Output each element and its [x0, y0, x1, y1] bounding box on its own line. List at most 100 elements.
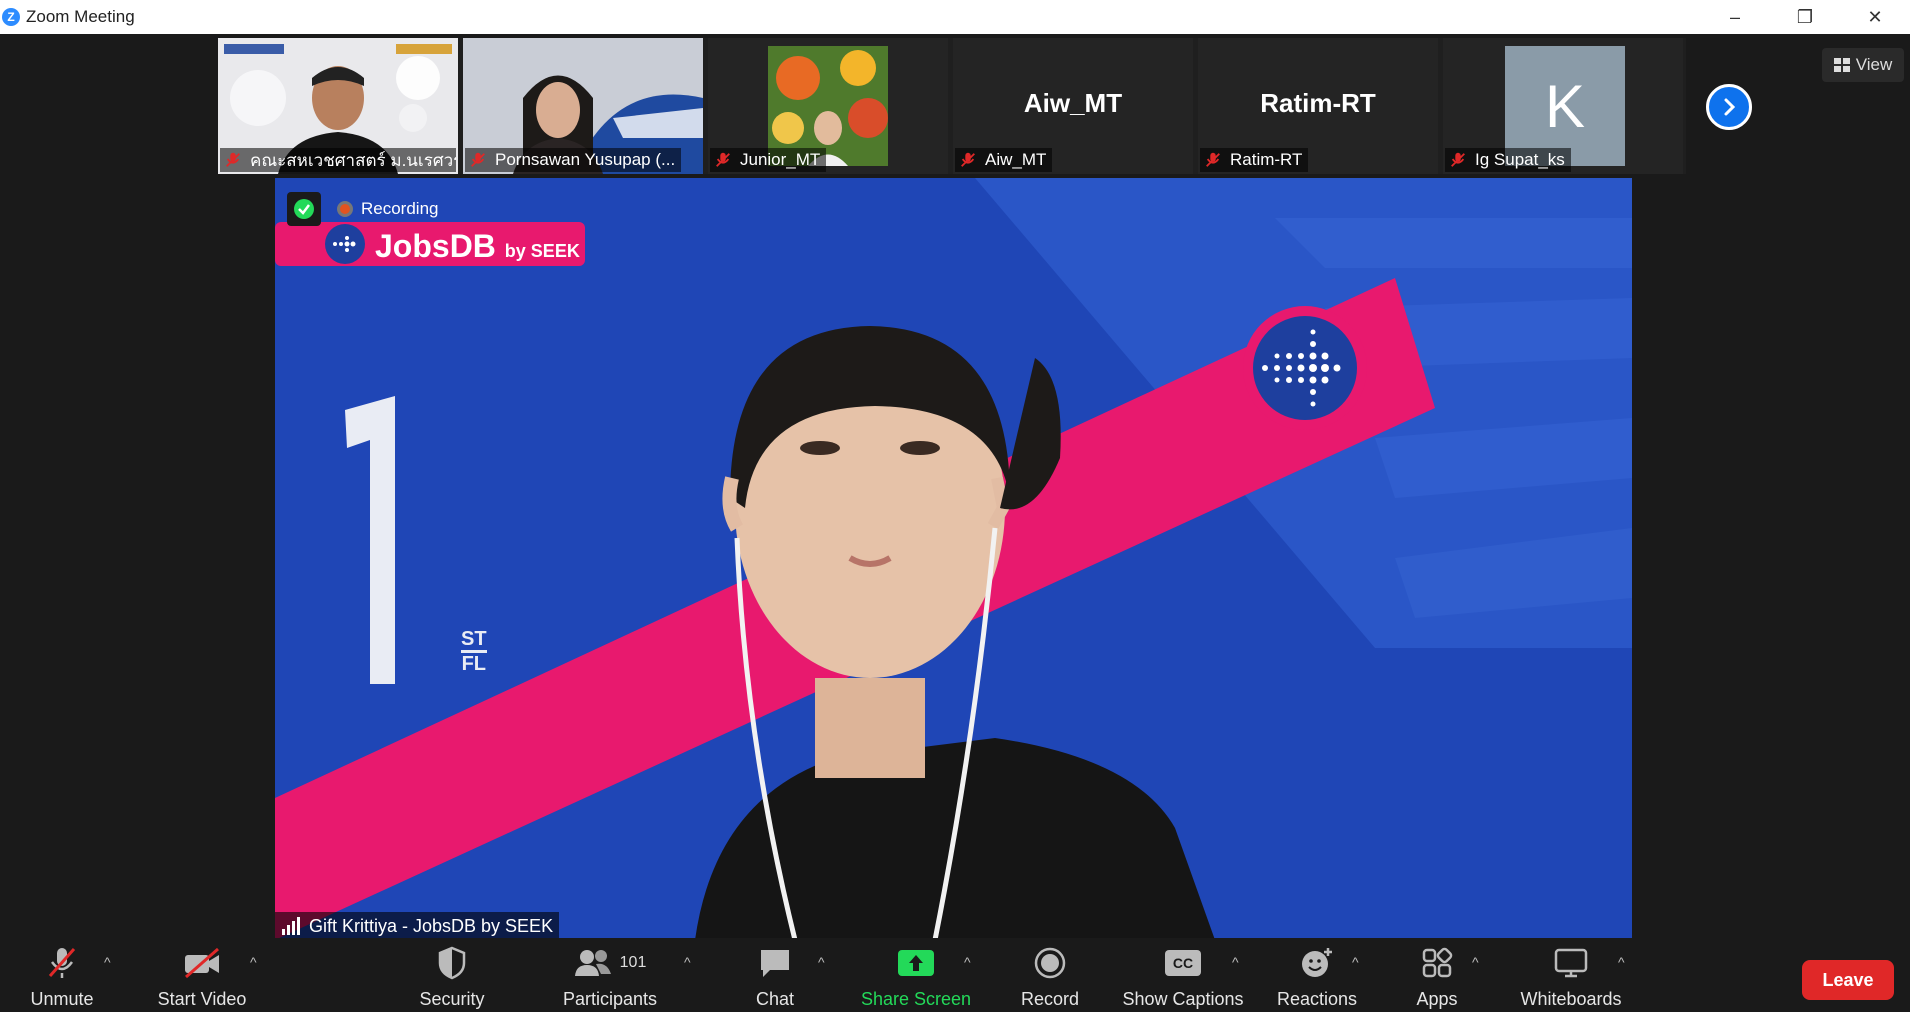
apps-button[interactable]: Apps: [1400, 938, 1474, 1012]
share-options-caret[interactable]: ^: [964, 954, 971, 970]
video-options-caret[interactable]: ^: [250, 954, 257, 970]
view-label: View: [1855, 55, 1893, 74]
security-button[interactable]: Security: [412, 938, 492, 1012]
close-button[interactable]: ✕: [1840, 0, 1910, 34]
participant-tile[interactable]: คณะสหเวชศาสตร์ ม.นเรศวร: [218, 38, 458, 174]
window-title: Zoom Meeting: [26, 7, 135, 26]
reactions-button[interactable]: Reactions: [1274, 938, 1360, 1012]
recording-dot-icon: [337, 201, 353, 217]
participant-tile[interactable]: Aiw_MT Aiw_MT: [953, 38, 1193, 174]
share-screen-label: Share Screen: [860, 989, 972, 1009]
participant-name: Ig Supat_ks: [1475, 150, 1565, 169]
participant-tile[interactable]: Ratim-RT Ratim-RT: [1198, 38, 1438, 174]
show-captions-button[interactable]: CC Show Captions: [1118, 938, 1248, 1012]
muted-mic-icon: [471, 152, 485, 167]
recording-bar: Recording: [287, 192, 439, 226]
share-screen-button[interactable]: Share Screen: [858, 938, 974, 1012]
share-screen-icon: [898, 950, 934, 976]
unmute-label: Unmute: [30, 989, 94, 1009]
floor-sub: FL: [461, 650, 487, 675]
participants-button[interactable]: 101 Participants: [558, 938, 662, 1012]
floor-sign: ST FL: [461, 628, 487, 675]
apps-options-caret[interactable]: ^: [1472, 954, 1479, 970]
participant-name: Junior_MT: [740, 150, 821, 169]
restore-button[interactable]: ❐: [1770, 0, 1840, 34]
participant-tile[interactable]: Pornsawan Yusupap (...: [463, 38, 703, 174]
chat-button[interactable]: Chat: [735, 938, 815, 1012]
participant-tile[interactable]: Junior_MT: [708, 38, 948, 174]
chat-options-caret[interactable]: ^: [818, 954, 825, 970]
show-captions-label: Show Captions: [1122, 989, 1244, 1009]
video-off-icon: [185, 947, 219, 979]
participant-name: Pornsawan Yusupap (...: [495, 150, 676, 169]
floor-sup: ST: [461, 628, 487, 650]
recording-label: Recording: [361, 199, 439, 218]
participant-name-bar: Junior_MT: [710, 148, 827, 172]
zoom-logo-icon: Z: [2, 8, 20, 26]
whiteboards-options-caret[interactable]: ^: [1618, 954, 1625, 970]
participant-name: Aiw_MT: [985, 150, 1047, 169]
participant-tile[interactable]: K Ig Supat_ks: [1443, 38, 1683, 174]
title-bar: Z Zoom Meeting – ❐ ✕: [0, 0, 1910, 34]
reactions-options-caret[interactable]: ^: [1352, 954, 1359, 970]
captions-options-caret[interactable]: ^: [1232, 954, 1239, 970]
chevron-right-icon: [1724, 98, 1736, 116]
signal-bars-icon: [282, 917, 300, 935]
muted-mic-icon: [1206, 152, 1220, 167]
muted-mic-icon: [961, 152, 975, 167]
shield-icon: [438, 946, 466, 980]
view-button[interactable]: View: [1822, 48, 1904, 82]
jobsdb-logo: JobsDB by SEEK: [375, 228, 580, 265]
brand-suffix: by SEEK: [504, 241, 580, 261]
participant-name-bar: Aiw_MT: [955, 148, 1053, 172]
speaker-name-bar: Gift Krittiya - JobsDB by SEEK: [275, 912, 560, 940]
record-label: Record: [1020, 989, 1080, 1009]
participants-options-caret[interactable]: ^: [684, 954, 691, 970]
start-video-button[interactable]: Start Video: [150, 938, 254, 1012]
whiteboards-button[interactable]: Whiteboards: [1508, 938, 1634, 1012]
participant-name-bar: Pornsawan Yusupap (...: [465, 148, 682, 172]
participant-strip: คณะสหเวชศาสตร์ ม.นเรศวร Pornsawan Yusupa…: [218, 38, 1686, 174]
whiteboards-label: Whiteboards: [1520, 989, 1622, 1009]
participant-name-bar: Ratim-RT: [1200, 148, 1309, 172]
participants-icon: [574, 950, 611, 976]
unmute-button[interactable]: Unmute: [22, 938, 102, 1012]
participants-label: Participants: [562, 989, 658, 1009]
security-shield-icon[interactable]: [287, 192, 321, 226]
chat-label: Chat: [755, 989, 795, 1009]
participants-count: 101: [619, 954, 647, 971]
participant-name-bar: คณะสหเวชศาสตร์ ม.นเรศวร: [220, 148, 456, 172]
apps-icon: [1422, 947, 1453, 978]
participant-name: คณะสหเวชศาสตร์ ม.นเรศวร: [250, 150, 456, 170]
minimize-button[interactable]: –: [1700, 0, 1770, 34]
leave-button[interactable]: Leave: [1802, 960, 1894, 1000]
muted-mic-icon: [48, 948, 76, 978]
recording-indicator[interactable]: Recording: [331, 194, 439, 224]
next-page-button[interactable]: [1706, 84, 1752, 130]
meeting-toolbar: Unmute ^ Start Video ^ Security 101 Part…: [0, 938, 1910, 1012]
brand-name: JobsDB: [375, 228, 496, 264]
participant-display-name: Ratim-RT: [1260, 88, 1376, 118]
apps-label: Apps: [1416, 989, 1458, 1009]
record-icon: [1034, 947, 1066, 979]
start-video-label: Start Video: [157, 989, 247, 1009]
muted-mic-icon: [1451, 152, 1465, 167]
security-label: Security: [419, 989, 485, 1009]
whiteboard-icon: [1554, 948, 1588, 978]
speaker-name: Gift Krittiya - JobsDB by SEEK: [309, 915, 554, 936]
captions-icon: CC: [1165, 950, 1201, 976]
participant-name: Ratim-RT: [1230, 150, 1303, 169]
participant-name-bar: Ig Supat_ks: [1445, 148, 1571, 172]
window-controls: – ❐ ✕: [1700, 0, 1910, 34]
record-button[interactable]: Record: [1010, 938, 1090, 1012]
muted-mic-icon: [226, 152, 240, 167]
active-speaker-video[interactable]: JobsDB by SEEK ST FL Recording Gift Krit…: [275, 178, 1632, 940]
muted-mic-icon: [716, 152, 730, 167]
audio-options-caret[interactable]: ^: [104, 954, 111, 970]
reactions-icon: [1302, 948, 1332, 977]
participant-display-name: Aiw_MT: [1023, 88, 1123, 118]
chat-icon: [761, 950, 789, 977]
grid-view-icon: [1833, 58, 1850, 72]
reactions-label: Reactions: [1276, 989, 1358, 1009]
speaker-video-frame: [275, 178, 1632, 940]
